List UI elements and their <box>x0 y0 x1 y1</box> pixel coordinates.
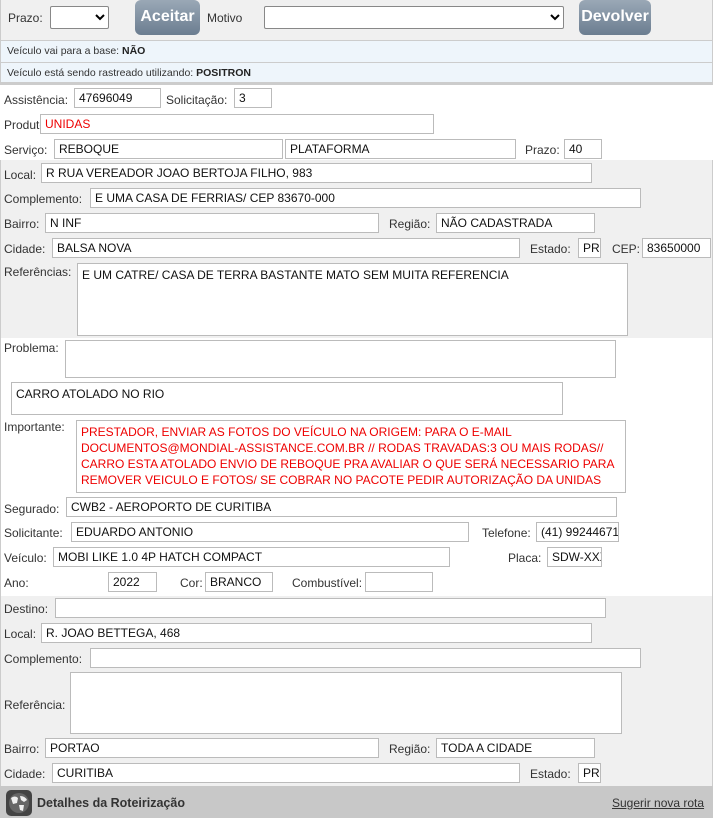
info-base: Veículo vai para a base: NÃO <box>0 41 713 63</box>
estado-input[interactable]: PR <box>578 238 601 258</box>
cor-label: Cor: <box>180 576 203 590</box>
base-value: NÃO <box>122 45 146 57</box>
cep-label: CEP: <box>612 242 641 256</box>
solicitante-label: Solicitante: <box>4 526 63 540</box>
telefone-input[interactable]: (41) 992446712 <box>536 522 619 542</box>
veiculo-input[interactable]: MOBI LIKE 1.0 4P HATCH COMPACT <box>53 547 450 567</box>
cor-input[interactable]: BRANCO <box>205 572 273 592</box>
assistencia-label: Assistência: <box>4 93 69 107</box>
prazo-input[interactable]: 40 <box>564 139 602 159</box>
globe-icon <box>6 790 32 816</box>
regiao-label: Região: <box>389 217 431 231</box>
motivo-select[interactable] <box>264 6 564 29</box>
servico-label: Serviço: <box>4 143 48 157</box>
placa-input[interactable]: SDW-XXXX <box>547 547 602 567</box>
ano-label: Ano: <box>4 576 29 590</box>
referencias-textarea[interactable]: E UM CATRE/ CASA DE TERRA BASTANTE MATO … <box>77 263 628 336</box>
d-regiao-input[interactable]: TODA A CIDADE <box>436 738 595 758</box>
devolver-button[interactable]: Devolver <box>579 0 651 35</box>
importante-textarea[interactable]: PRESTADOR, ENVIAR AS FOTOS DO VEÍCULO NA… <box>76 420 626 493</box>
segurado-input[interactable]: CWB2 - AEROPORTO DE CURITIBA <box>66 497 617 517</box>
d-bairro-input[interactable]: PORTAO <box>45 738 379 758</box>
local-label: Local: <box>4 168 37 182</box>
d-regiao-label: Região: <box>389 742 431 756</box>
prazo-select[interactable] <box>50 6 109 29</box>
destino-input[interactable] <box>55 598 606 618</box>
estado-label: Estado: <box>530 242 571 256</box>
veiculo-label: Veículo: <box>4 551 47 565</box>
sugerir-nova-rota-link[interactable]: Sugerir nova rota <box>612 796 704 810</box>
d-referencia-textarea[interactable] <box>70 672 622 734</box>
referencias-label: Referências: <box>4 265 72 279</box>
roteirizacao-footer: Detalhes da Roteirização Sugerir nova ro… <box>0 786 713 818</box>
solicitacao-label: Solicitação: <box>166 93 228 107</box>
importante-label: Importante: <box>4 420 65 434</box>
cidade-input[interactable]: BALSA NOVA <box>52 238 520 258</box>
complemento-label: Complemento: <box>4 192 83 206</box>
cep-input[interactable]: 83650000 <box>642 238 711 258</box>
produto-input[interactable]: UNIDAS <box>40 114 434 134</box>
combustivel-input[interactable] <box>365 572 433 592</box>
solicitacao-input[interactable]: 3 <box>234 88 272 108</box>
complemento-input[interactable]: E UMA CASA DE FERRIAS/ CEP 83670-000 <box>90 188 641 208</box>
d-referencia-label: Referência: <box>4 698 66 712</box>
bairro-label: Bairro: <box>4 217 40 231</box>
segurado-label: Segurado: <box>4 502 60 516</box>
problema-label: Problema: <box>4 341 59 355</box>
d-local-input[interactable]: R. JOAO BETTEGA, 468 <box>41 623 592 643</box>
combustivel-label: Combustível: <box>292 576 363 590</box>
problema2-textarea[interactable]: CARRO ATOLADO NO RIO <box>11 382 563 415</box>
prazo-label: Prazo: <box>525 143 560 157</box>
footer-title: Detalhes da Roteirização <box>37 796 185 810</box>
servico-input[interactable]: REBOQUE <box>54 139 283 159</box>
d-estado-label: Estado: <box>530 767 571 781</box>
placa-label: Placa: <box>508 551 542 565</box>
base-label: Veículo vai para a base: <box>7 45 120 57</box>
problema-textarea[interactable] <box>65 340 616 378</box>
d-bairro-label: Bairro: <box>4 742 40 756</box>
cidade-label: Cidade: <box>4 242 46 256</box>
rastreio-value: POSITRON <box>196 67 251 79</box>
aceitar-button[interactable]: Aceitar <box>135 0 200 35</box>
destino-label: Destino: <box>4 602 49 616</box>
motivo-label: Motivo <box>207 11 243 25</box>
d-cidade-label: Cidade: <box>4 767 46 781</box>
bairro-input[interactable]: N INF <box>45 213 379 233</box>
telefone-label: Telefone: <box>482 526 531 540</box>
d-complemento-label: Complemento: <box>4 652 83 666</box>
info-rastreio: Veículo está sendo rastreado utilizando:… <box>0 63 713 85</box>
prazo-label: Prazo: <box>8 11 43 25</box>
servico2-input[interactable]: PLATAFORMA <box>285 139 516 159</box>
d-cidade-input[interactable]: CURITIBA <box>52 763 520 783</box>
local-input[interactable]: R RUA VEREADOR JOAO BERTOJA FILHO, 983 <box>41 163 592 183</box>
ano-input[interactable]: 2022 <box>108 572 157 592</box>
rastreio-label: Veículo está sendo rastreado utilizando: <box>7 67 194 79</box>
solicitante-input[interactable]: EDUARDO ANTONIO <box>71 522 469 542</box>
d-estado-input[interactable]: PR <box>578 763 601 783</box>
d-complemento-input[interactable] <box>90 648 641 668</box>
assistencia-input[interactable]: 47696049 <box>74 88 161 108</box>
regiao-input[interactable]: NÃO CADASTRADA <box>436 213 595 233</box>
d-local-label: Local: <box>4 627 37 641</box>
